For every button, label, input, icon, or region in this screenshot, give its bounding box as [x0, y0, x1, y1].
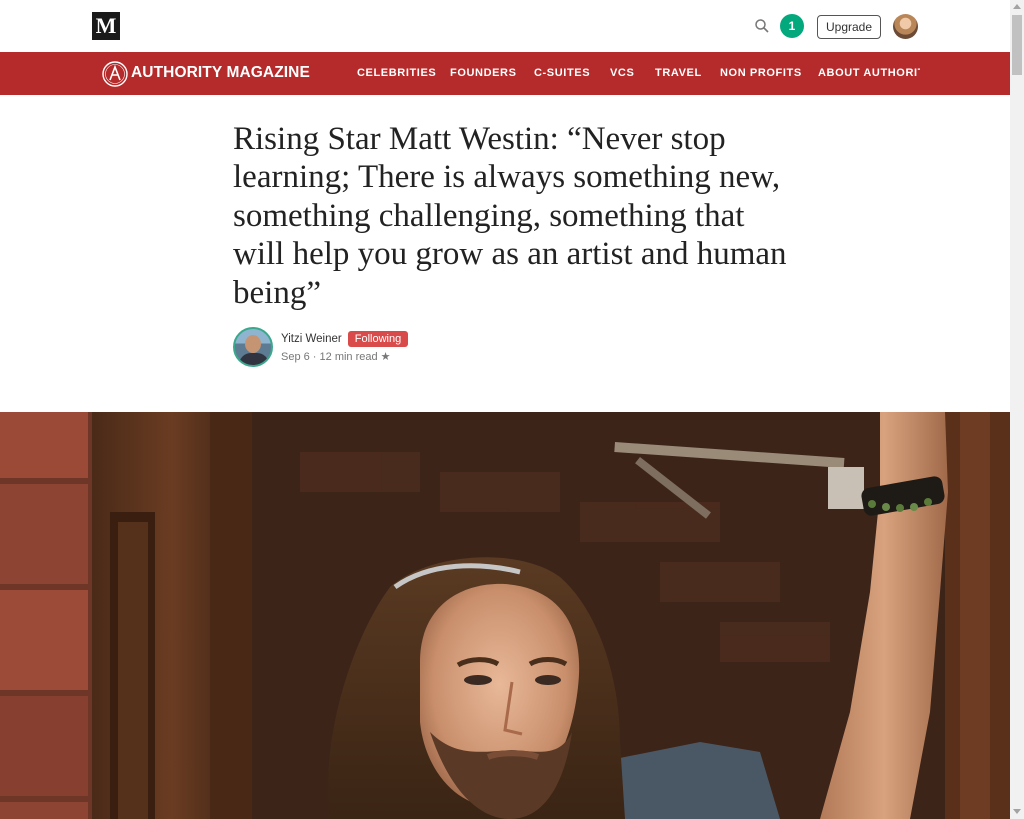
hero-photo-illustration: [0, 412, 1010, 819]
nav-item-non-profits[interactable]: NON PROFITS: [720, 66, 802, 80]
medium-logo[interactable]: M: [92, 12, 120, 40]
author-avatar-face: [245, 335, 261, 353]
search-icon[interactable]: [754, 18, 770, 34]
nav-overflow-clip: ABOUT AUTHORITY: [818, 66, 920, 82]
article-meta: Sep 6 · 12 min read ★: [281, 351, 391, 363]
nav-item-c-suites[interactable]: C-SUITES: [534, 66, 590, 80]
nav-item-vcs[interactable]: VCS: [610, 66, 634, 80]
nav-item-about-authority[interactable]: ABOUT AUTHORITY: [818, 66, 920, 80]
author-avatar-body: [239, 353, 269, 365]
nav-item-celebrities[interactable]: CELEBRITIES: [357, 66, 436, 80]
author-name[interactable]: Yitzi Weiner: [281, 332, 342, 346]
scroll-down-arrow-icon[interactable]: [1013, 809, 1021, 814]
upgrade-button[interactable]: Upgrade: [817, 15, 881, 39]
hero-image: [0, 412, 1010, 819]
nav-item-travel[interactable]: TRAVEL: [655, 66, 702, 80]
author-avatar[interactable]: [233, 327, 273, 367]
nav-item-founders[interactable]: FOUNDERS: [450, 66, 517, 80]
scrollbar-thumb[interactable]: [1012, 15, 1022, 75]
following-button[interactable]: Following: [348, 331, 408, 347]
vertical-scrollbar[interactable]: [1010, 0, 1024, 819]
notification-badge[interactable]: 1: [780, 14, 804, 38]
scroll-up-arrow-icon[interactable]: [1013, 4, 1021, 9]
article-title: Rising Star Matt Westin: “Never stop lea…: [233, 121, 787, 311]
user-avatar[interactable]: [893, 14, 918, 39]
top-bar: M 1 Upgrade: [0, 0, 1010, 52]
